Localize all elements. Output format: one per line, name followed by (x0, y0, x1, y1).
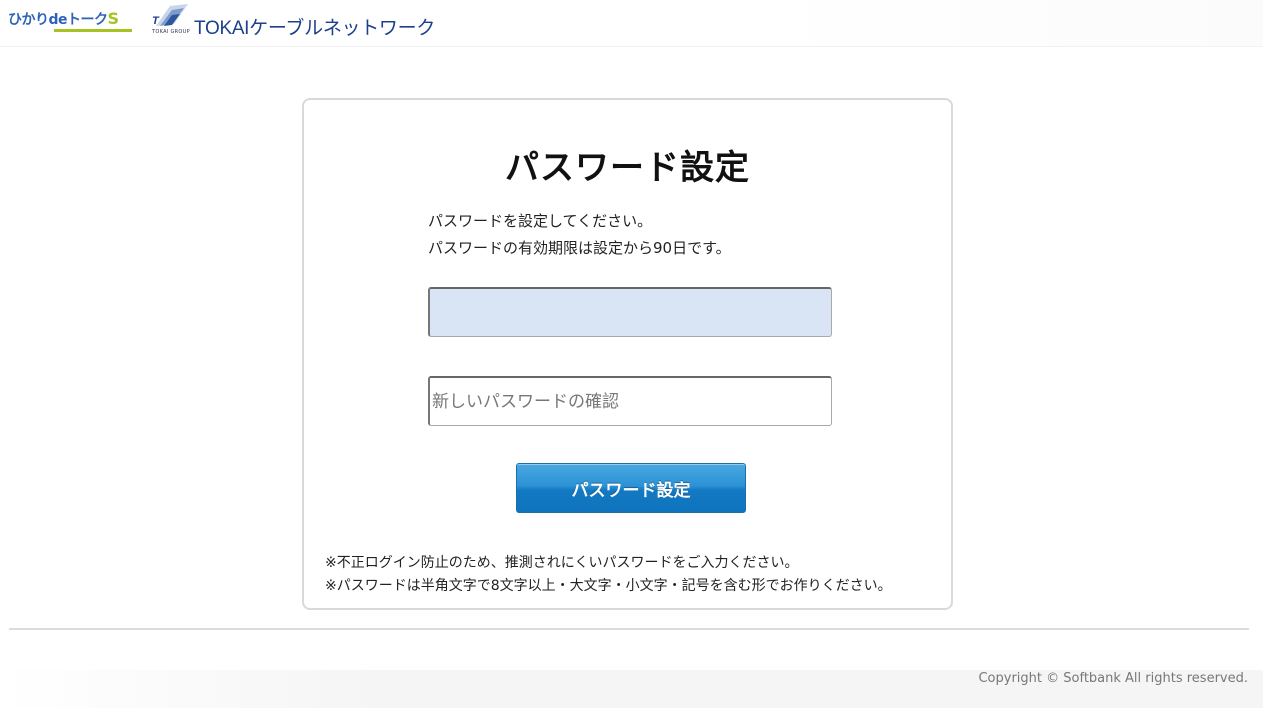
notes: ※不正ログイン防止のため、推測されにくいパスワードをご入力ください。 ※パスワー… (325, 552, 892, 598)
footer-divider (9, 628, 1249, 630)
set-password-button[interactable]: パスワード設定 (516, 463, 746, 513)
description-line: パスワードの有効期限は設定から90日です。 (428, 239, 731, 257)
header: ひかりdeトークS T TOKAI GROUP TOKAIケーブルネットワーク (0, 0, 1263, 47)
description: パスワードを設定してください。 パスワードの有効期限は設定から90日です。 (428, 208, 731, 262)
hikari-logo-text: ひかりdeトーク (8, 12, 108, 28)
hikari-de-talk-logo: ひかりdeトークS (8, 9, 132, 32)
note-line: ※パスワードは半角文字で8文字以上・大文字・小文字・記号を含む形でお作りください… (325, 578, 892, 594)
tokai-mark-icon: T (152, 4, 188, 27)
password-setup-card: パスワード設定 パスワードを設定してください。 パスワードの有効期限は設定から9… (302, 98, 953, 610)
tokai-group-label: TOKAI GROUP (152, 29, 190, 35)
footer: Copyright © Softbank All rights reserved… (0, 670, 1263, 708)
hikari-logo-suffix: S (107, 9, 120, 28)
page-title: パスワード設定 (505, 148, 750, 188)
copyright-text: Copyright © Softbank All rights reserved… (978, 671, 1248, 686)
confirm-password-input[interactable] (428, 376, 832, 426)
new-password-input[interactable] (428, 287, 832, 337)
tokai-logo: T TOKAI GROUP TOKAIケーブルネットワーク (150, 2, 450, 42)
note-line: ※不正ログイン防止のため、推測されにくいパスワードをご入力ください。 (325, 555, 799, 571)
hikari-logo-underline (54, 29, 132, 32)
description-line: パスワードを設定してください。 (428, 212, 653, 230)
tokai-company-name: TOKAIケーブルネットワーク (194, 18, 436, 39)
